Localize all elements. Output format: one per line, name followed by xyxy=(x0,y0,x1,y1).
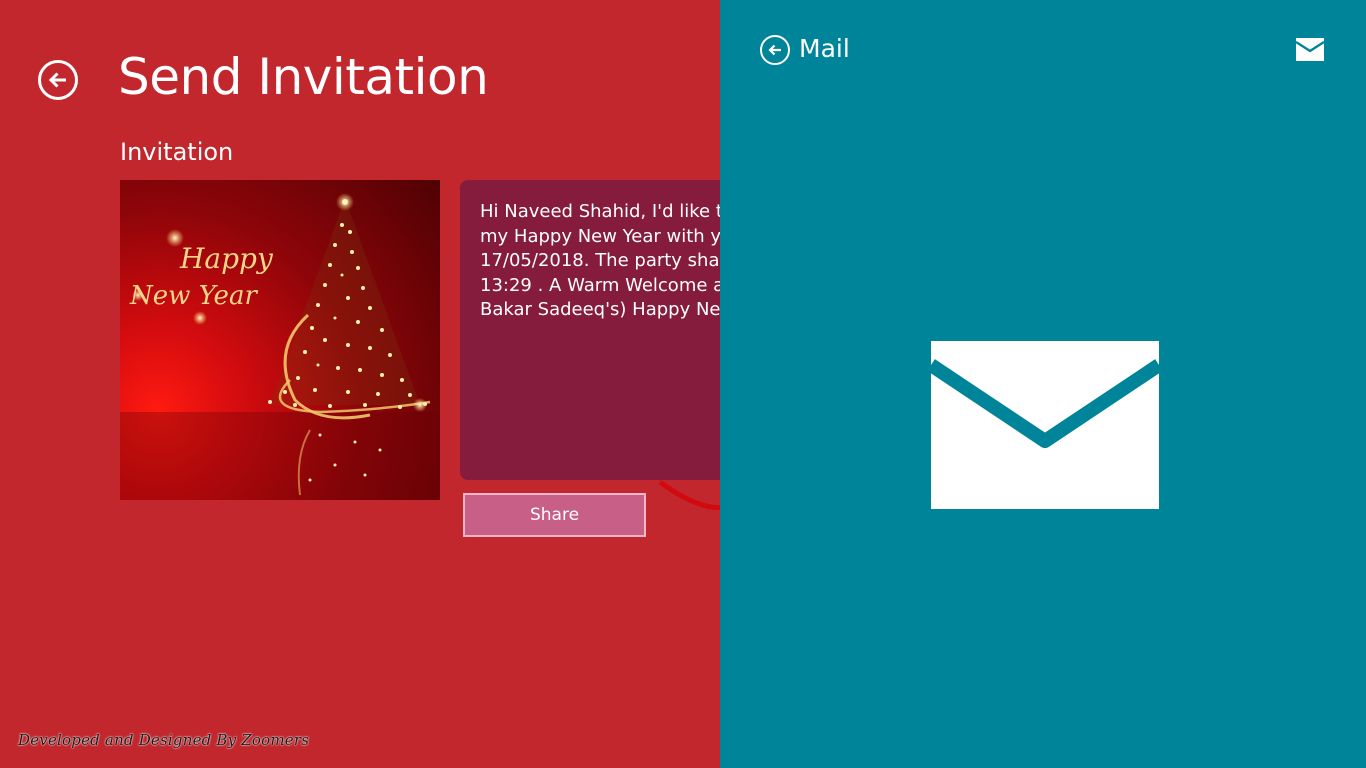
section-heading: Invitation xyxy=(120,138,234,166)
invitation-card-image: Happy New Year xyxy=(120,180,440,500)
invitation-app: Send Invitation Invitation Happy New Yea… xyxy=(0,0,720,768)
back-arrow-icon xyxy=(768,44,781,56)
message-text: Hi Naveed Shahid, I'd like to my Happy N… xyxy=(480,201,720,320)
footer-credit: Developed and Designed By Zoomers xyxy=(18,731,310,749)
share-button[interactable]: Share xyxy=(463,493,646,537)
back-arrow-icon xyxy=(48,72,66,88)
card-text-new-year: New Year xyxy=(129,281,258,311)
share-pane: Mail xyxy=(720,0,1366,768)
envelope-icon[interactable] xyxy=(1296,38,1324,61)
card-text-happy: Happy xyxy=(179,242,274,275)
back-button[interactable] xyxy=(38,60,78,100)
pane-back-button[interactable] xyxy=(760,35,790,65)
pane-title: Mail xyxy=(799,34,850,63)
page-title: Send Invitation xyxy=(118,48,489,106)
large-envelope-icon xyxy=(931,341,1159,509)
decorative-arc xyxy=(658,479,720,510)
